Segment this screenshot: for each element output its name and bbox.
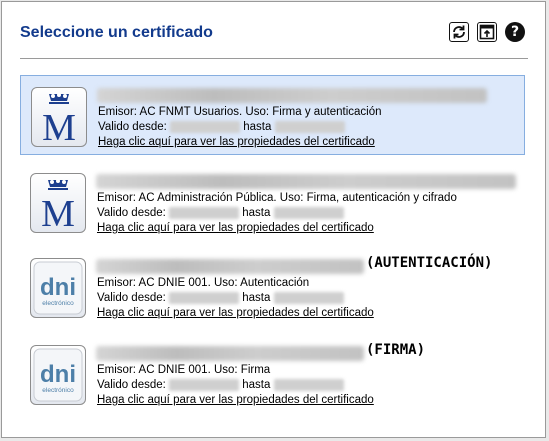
help-icon[interactable]: ?	[505, 22, 525, 42]
svg-text:M: M	[42, 107, 76, 146]
dni-logo-text: dni	[40, 274, 76, 301]
valid-from-redacted	[169, 207, 240, 219]
dialog-title: Seleccione un certificado	[20, 24, 213, 41]
until-label: hasta	[242, 379, 271, 392]
certificate-dialog: Seleccione un certificado ? M Emisor: AC…	[1, 1, 546, 438]
certificate-issuer: Emisor: AC Administración Pública. Uso: …	[97, 192, 457, 204]
certificate-validity: Valido desde: hasta	[98, 121, 345, 133]
dialog-header: Seleccione un certificado ?	[2, 2, 545, 60]
valid-from-label: Valido desde:	[97, 292, 166, 305]
certificate-properties-link[interactable]: Haga clic aquí para ver las propiedades …	[97, 394, 374, 406]
help-glyph: ?	[510, 24, 520, 40]
valid-until-redacted	[274, 121, 345, 133]
valid-from-label: Valido desde:	[97, 379, 166, 392]
certificate-item[interactable]: dni electrónico (AUTENTICACIÓN) Emisor: …	[20, 247, 525, 327]
dni-logo-subtext: electrónico	[42, 300, 74, 307]
header-toolbar: ?	[449, 22, 525, 42]
valid-until-redacted	[273, 207, 344, 219]
dni-logo-text: dni	[40, 361, 76, 388]
valid-from-redacted	[169, 379, 240, 391]
certificate-item[interactable]: dni electrónico (FIRMA) Emisor: AC DNIE …	[20, 334, 525, 414]
certificate-validity: Valido desde: hasta	[97, 292, 344, 304]
certificate-name-redacted	[96, 174, 516, 189]
certificate-name-redacted	[96, 346, 364, 361]
certificate-validity: Valido desde: hasta	[97, 207, 344, 219]
until-label: hasta	[242, 207, 271, 220]
fnmt-logo-icon: M	[30, 173, 86, 233]
valid-until-redacted	[273, 292, 344, 304]
valid-from-label: Valido desde:	[98, 121, 167, 134]
until-label: hasta	[243, 121, 272, 134]
refresh-icon[interactable]	[449, 22, 469, 42]
certificate-suffix: (AUTENTICACIÓN)	[366, 255, 493, 271]
until-label: hasta	[242, 292, 271, 305]
certificate-properties-link[interactable]: Haga clic aquí para ver las propiedades …	[97, 307, 374, 319]
certificate-name-redacted	[96, 259, 364, 274]
header-divider	[20, 58, 528, 59]
certificate-properties-link[interactable]: Haga clic aquí para ver las propiedades …	[97, 222, 374, 234]
certificate-issuer: Emisor: AC DNIE 001. Uso: Firma	[97, 364, 271, 376]
svg-text:M: M	[41, 193, 75, 232]
dni-logo-icon: dni electrónico	[30, 258, 86, 318]
export-icon[interactable]	[477, 22, 497, 42]
valid-until-redacted	[273, 379, 344, 391]
valid-from-redacted	[169, 292, 240, 304]
fnmt-logo-icon: M	[31, 87, 87, 147]
certificate-validity: Valido desde: hasta	[97, 379, 344, 391]
certificate-name-redacted	[97, 88, 487, 103]
certificate-item[interactable]: M Emisor: AC FNMT Usuarios. Uso: Firma y…	[20, 75, 525, 155]
certificate-issuer: Emisor: AC FNMT Usuarios. Uso: Firma y a…	[98, 106, 382, 118]
dni-logo-subtext: electrónico	[42, 387, 74, 394]
certificate-properties-link[interactable]: Haga clic aquí para ver las propiedades …	[98, 136, 375, 148]
certificate-issuer: Emisor: AC DNIE 001. Uso: Autenticación	[97, 277, 310, 289]
certificate-item[interactable]: M Emisor: AC Administración Pública. Uso…	[20, 162, 525, 242]
valid-from-redacted	[170, 121, 241, 133]
valid-from-label: Valido desde:	[97, 207, 166, 220]
dni-logo-icon: dni electrónico	[30, 345, 86, 405]
certificate-suffix: (FIRMA)	[366, 342, 426, 358]
